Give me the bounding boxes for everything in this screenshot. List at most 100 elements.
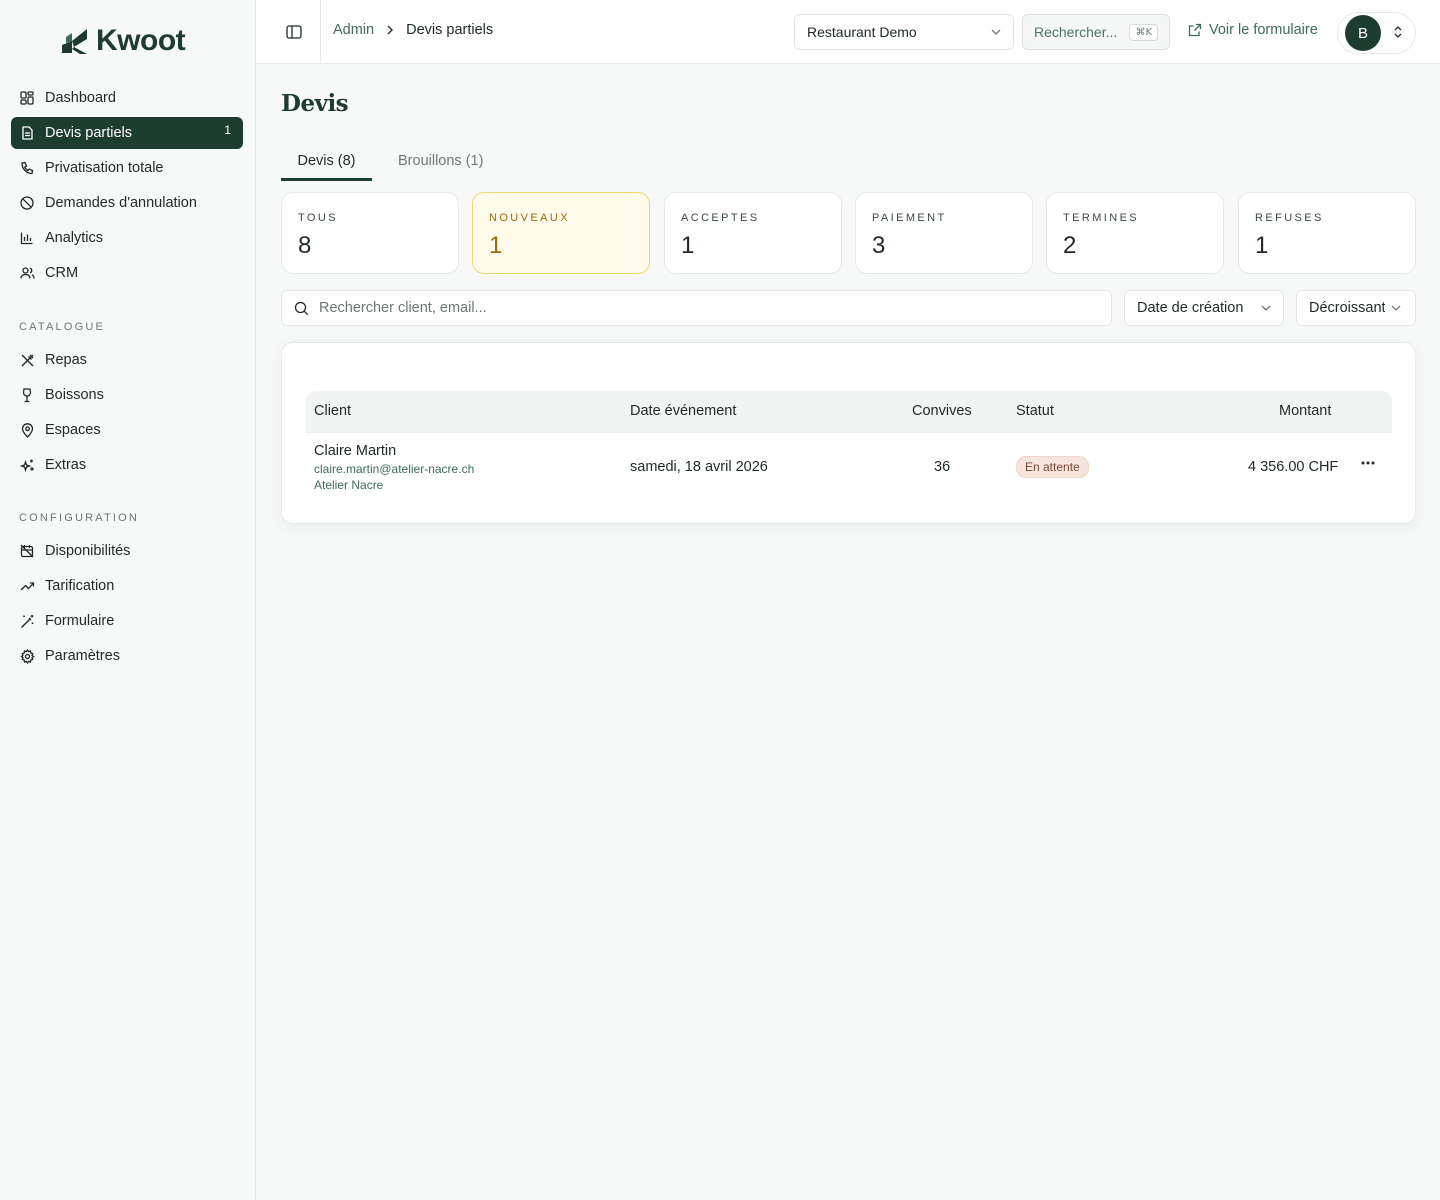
stat-card-acceptes[interactable]: ACCEPTES 1 — [664, 192, 842, 274]
brand-logo[interactable]: Kwoot — [60, 24, 186, 58]
column-header-date[interactable]: Date événement — [630, 403, 736, 419]
tab-devis[interactable]: Devis (8) — [281, 153, 372, 181]
row-actions-button[interactable] — [1360, 455, 1376, 476]
sidebar-item-label: Repas — [45, 352, 87, 368]
column-header-amount[interactable]: Montant — [1279, 403, 1331, 419]
sidebar-item-boissons[interactable]: Boissons — [11, 379, 243, 411]
search-icon — [294, 301, 309, 315]
trending-up-icon — [19, 578, 35, 594]
stat-card-tous[interactable]: TOUS 8 — [281, 192, 459, 274]
stat-card-label: ACCEPTES — [681, 212, 760, 224]
sidebar-item-label: Paramètres — [45, 648, 120, 664]
stat-card-label: TERMINES — [1063, 212, 1140, 224]
restaurant-select[interactable]: Restaurant Demo — [794, 14, 1014, 50]
amount-value: 4 356.00 CHF — [1248, 459, 1339, 475]
stat-card-nouveaux[interactable]: NOUVEAUX 1 — [472, 192, 650, 274]
sidebar-item-devis-partiels[interactable]: Devis partiels 1 — [11, 117, 243, 149]
sidebar-item-crm[interactable]: CRM — [11, 257, 243, 289]
stat-card-value: 1 — [489, 232, 503, 259]
sidebar-item-label: Disponibilités — [45, 543, 131, 559]
sidebar-item-label: Tarification — [45, 578, 115, 594]
client-name: Claire Martin — [314, 443, 397, 459]
client-email: claire.martin@atelier-nacre.ch — [314, 462, 475, 476]
sidebar-catalogue-nav: Repas Boissons Espaces Extras — [11, 344, 243, 484]
view-form-label: Voir le formulaire — [1209, 22, 1318, 38]
event-date: samedi, 18 avril 2026 — [630, 459, 768, 475]
sidebar-toggle-button[interactable] — [282, 22, 306, 42]
sidebar-item-tarification[interactable]: Tarification — [11, 570, 243, 602]
map-pin-icon — [19, 422, 35, 438]
calendar-off-icon — [19, 543, 35, 559]
global-search-placeholder: Rechercher... — [1034, 24, 1118, 40]
sidebar-item-label: Privatisation totale — [45, 160, 164, 176]
table-header: Client Date événement Convives Statut Mo… — [306, 391, 1392, 432]
stat-card-paiement[interactable]: PAIEMENT 3 — [855, 192, 1033, 274]
sidebar: Kwoot Dashboard Devis partiels 1 Privati… — [0, 0, 256, 1200]
chevron-down-icon — [1261, 305, 1271, 311]
sidebar-item-annulation[interactable]: Demandes d'annulation — [11, 187, 243, 219]
stat-card-value: 8 — [298, 232, 312, 259]
guest-count: 36 — [934, 459, 951, 475]
restaurant-select-value: Restaurant Demo — [807, 24, 917, 40]
utensils-icon — [19, 352, 35, 368]
brand-name: Kwoot — [96, 24, 186, 57]
sidebar-item-privatisation[interactable]: Privatisation totale — [11, 152, 243, 184]
breadcrumb-current: Devis partiels — [406, 22, 494, 38]
avatar: B — [1345, 15, 1381, 51]
sort-field-select[interactable]: Date de création — [1124, 290, 1284, 326]
table-row[interactable]: Claire Martin claire.martin@atelier-nacr… — [306, 432, 1392, 500]
sidebar-item-parametres[interactable]: Paramètres — [11, 640, 243, 672]
sort-order-value: Décroissant — [1309, 300, 1385, 316]
section-title-configuration: CONFIGURATION — [19, 512, 140, 524]
kwoot-logo-icon — [62, 29, 87, 54]
stat-card-value: 1 — [681, 232, 695, 259]
status-cell: En attente — [1016, 456, 1089, 478]
sidebar-item-analytics[interactable]: Analytics — [11, 222, 243, 254]
search-shortcut-badge: ⌘K — [1129, 23, 1158, 41]
client-company: Atelier Nacre — [314, 478, 384, 492]
external-link-icon — [1188, 23, 1202, 37]
sidebar-item-espaces[interactable]: Espaces — [11, 414, 243, 446]
sidebar-item-label: Extras — [45, 457, 87, 473]
tab-brouillons[interactable]: Brouillons (1) — [382, 153, 499, 181]
stat-card-value: 3 — [872, 232, 886, 259]
view-form-link[interactable]: Voir le formulaire — [1188, 22, 1318, 38]
more-horizontal-icon — [1361, 461, 1375, 465]
breadcrumb-admin-link[interactable]: Admin — [333, 22, 374, 38]
sort-order-select[interactable]: Décroissant — [1296, 290, 1416, 326]
stat-card-refuses[interactable]: REFUSES 1 — [1238, 192, 1416, 274]
quote-search-input[interactable] — [319, 300, 1099, 316]
sidebar-config-nav: Disponibilités Tarification Formulaire P… — [11, 535, 243, 675]
sidebar-item-repas[interactable]: Repas — [11, 344, 243, 376]
sidebar-item-extras[interactable]: Extras — [11, 449, 243, 481]
status-badge: En attente — [1016, 456, 1089, 478]
sidebar-item-label: Formulaire — [45, 613, 115, 629]
stat-card-label: PAIEMENT — [872, 212, 947, 224]
page-title: Devis — [281, 90, 349, 117]
column-header-status[interactable]: Statut — [1016, 403, 1054, 419]
sidebar-item-label: Demandes d'annulation — [45, 195, 197, 211]
sidebar-item-dashboard[interactable]: Dashboard — [11, 82, 243, 114]
quotes-table: Client Date événement Convives Statut Mo… — [306, 391, 1392, 500]
sparkles-icon — [19, 457, 35, 473]
chevron-down-icon — [1391, 305, 1401, 311]
dashboard-icon — [19, 90, 35, 106]
column-header-client[interactable]: Client — [314, 403, 351, 419]
sidebar-item-label: Dashboard — [45, 90, 116, 106]
sidebar-main-nav: Dashboard Devis partiels 1 Privatisation… — [11, 82, 243, 292]
user-menu-button[interactable]: B — [1337, 12, 1416, 54]
topbar-divider — [320, 0, 321, 64]
stat-card-label: NOUVEAUX — [489, 212, 570, 224]
users-icon — [19, 265, 35, 281]
sidebar-item-disponibilites[interactable]: Disponibilités — [11, 535, 243, 567]
sidebar-panel-icon — [286, 25, 302, 39]
sidebar-item-formulaire[interactable]: Formulaire — [11, 605, 243, 637]
quote-search-field — [281, 290, 1112, 326]
column-header-guests[interactable]: Convives — [912, 403, 972, 419]
chevron-down-icon — [991, 29, 1001, 35]
stat-card-termines[interactable]: TERMINES 2 — [1046, 192, 1224, 274]
document-icon — [19, 125, 35, 141]
chevron-right-icon — [387, 25, 394, 35]
global-search-button[interactable]: Rechercher... ⌘K — [1022, 14, 1170, 50]
sidebar-item-label: Boissons — [45, 387, 104, 403]
